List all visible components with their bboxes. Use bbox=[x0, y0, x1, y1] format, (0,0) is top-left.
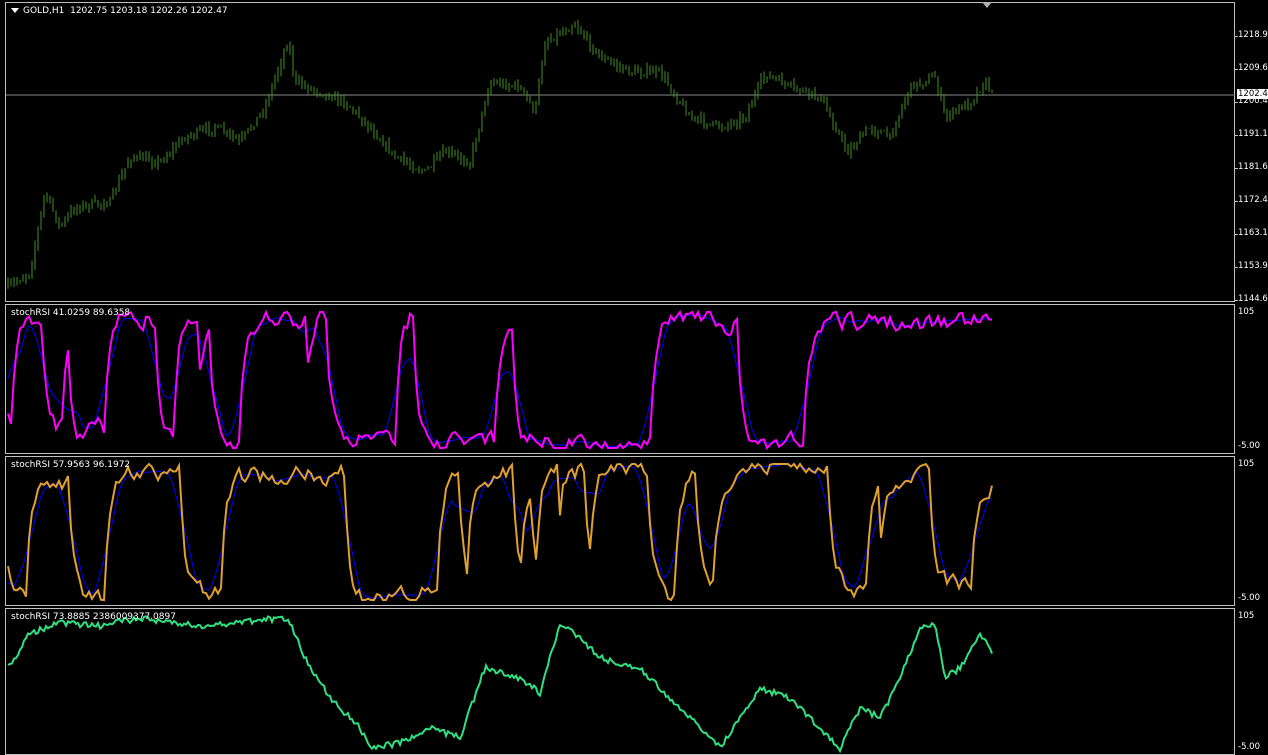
price-tick: 1144.65 bbox=[1238, 294, 1268, 304]
indicator-pane-2[interactable]: stochRSI 57.9563 96.1972 105 -5.00 bbox=[0, 456, 1268, 606]
price-tick: 1218.90 bbox=[1238, 30, 1268, 40]
stochrsi-lines-3 bbox=[7, 615, 993, 754]
price-tick: 1163.15 bbox=[1238, 228, 1268, 238]
stochrsi-lines-1 bbox=[7, 309, 993, 450]
stochrsi-lines-2 bbox=[7, 461, 993, 602]
indicator-label: stochRSI 41.0259 89.6358 bbox=[11, 308, 131, 318]
scale-bottom: -5.00 bbox=[1238, 593, 1260, 603]
stochrsi-line bbox=[7, 615, 993, 754]
stochrsi-line bbox=[7, 461, 993, 602]
current-price-label: 1202.47 bbox=[1237, 89, 1268, 99]
scale-top: 105 bbox=[1238, 307, 1255, 317]
price-tick: 1209.65 bbox=[1238, 63, 1268, 73]
chart-title: GOLD,H1 1202.75 1203.18 1202.26 1202.47 bbox=[11, 6, 228, 16]
dropdown-triangle-icon[interactable] bbox=[11, 8, 19, 13]
scale-top: 105 bbox=[1238, 459, 1255, 469]
scale-top: 105 bbox=[1238, 611, 1255, 621]
indicator-pane-3[interactable]: stochRSI 73.8885 2386009377.0897 105 -5.… bbox=[0, 608, 1268, 755]
price-bars bbox=[6, 19, 1235, 289]
price-tick: 1172.40 bbox=[1238, 195, 1268, 205]
indicator-label: stochRSI 73.8885 2386009377.0897 bbox=[11, 612, 176, 622]
ohlc-values: 1202.75 1203.18 1202.26 1202.47 bbox=[70, 6, 228, 16]
price-scale[interactable]: 1218.90 1209.65 1200.40 1191.15 1181.65 … bbox=[1235, 2, 1268, 304]
indicator-scale: 105 -5.00 bbox=[1235, 456, 1268, 606]
price-tick: 1191.15 bbox=[1238, 129, 1268, 139]
signal-line bbox=[7, 463, 993, 600]
symbol-label: GOLD,H1 bbox=[23, 6, 65, 16]
indicator-label: stochRSI 57.9563 96.1972 bbox=[11, 460, 131, 470]
indicator-pane-1[interactable]: stochRSI 41.0259 89.6358 105 -5.00 bbox=[0, 304, 1268, 454]
scale-bottom: -5.00 bbox=[1238, 742, 1260, 752]
indicator-scale: 105 -5.00 bbox=[1235, 608, 1268, 755]
scale-bottom: -5.00 bbox=[1238, 441, 1260, 451]
main-chart-pane[interactable]: GOLD,H1 1202.75 1203.18 1202.26 1202.47 … bbox=[0, 2, 1268, 304]
indicator-scale: 105 -5.00 bbox=[1235, 304, 1268, 454]
price-tick: 1153.90 bbox=[1238, 261, 1268, 271]
price-tick: 1181.65 bbox=[1238, 162, 1268, 172]
